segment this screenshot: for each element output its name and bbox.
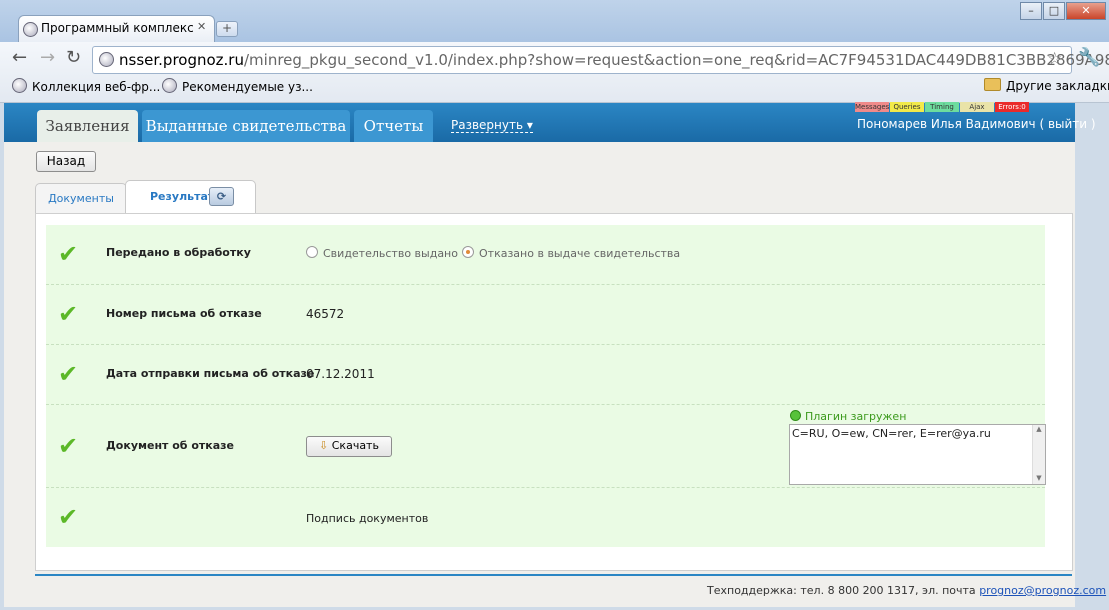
bookmark-item-2[interactable]: Рекомендуемые уз...	[162, 78, 313, 94]
back-arrow-icon[interactable]: ←	[12, 47, 27, 68]
footer-divider	[35, 574, 1072, 576]
tab-reports[interactable]: Отчеты	[354, 110, 433, 142]
close-window-button[interactable]: ✕	[1066, 2, 1106, 20]
check-icon: ✔	[58, 432, 79, 460]
certificate-textarea[interactable]: C=RU, O=ew, CN=rer, E=rer@ya.ru ▲ ▼	[789, 424, 1046, 485]
browser-tab-title: Программный комплекс	[41, 21, 194, 35]
row-label: Документ об отказе	[106, 439, 234, 452]
row-label: Дата отправки письма об отказе	[106, 367, 315, 380]
row-refusal-date: ✔ Дата отправки письма об отказе 07.12.2…	[46, 345, 1045, 405]
tab-result[interactable]: Результат ⟳	[125, 180, 256, 213]
url-text: nsser.prognoz.ru/minreg_pkgu_second_v1.0…	[119, 51, 1109, 69]
bookmark-item-1[interactable]: Коллекция веб-фр...	[12, 78, 160, 94]
tab-result-label: Результат	[150, 190, 215, 203]
tab-documents[interactable]: Документы	[35, 183, 127, 214]
page-favicon-icon	[23, 22, 38, 37]
debug-timing-badge[interactable]: Timing	[925, 102, 959, 112]
check-icon: ✔	[58, 360, 79, 388]
browser-tab[interactable]: Программный комплекс ✕	[18, 15, 215, 43]
expand-menu-link[interactable]: Развернуть ▾	[451, 118, 533, 133]
globe-icon	[12, 78, 27, 93]
new-tab-button[interactable]: +	[216, 21, 238, 37]
wrench-icon[interactable]: 🔧	[1078, 47, 1100, 68]
reload-icon[interactable]: ↻	[66, 47, 81, 68]
minimize-button[interactable]: –	[1020, 2, 1042, 20]
debug-ajax-badge[interactable]: Ajax	[960, 102, 994, 112]
tab-issued-certificates[interactable]: Выданные свидетельства	[142, 110, 350, 142]
debug-queries-badge[interactable]: Queries	[890, 102, 924, 112]
radio-icon	[306, 246, 318, 258]
footer-support: Техподдержка: тел. 8 800 200 1317, эл. п…	[707, 584, 1107, 597]
certificate-text: C=RU, O=ew, CN=rer, E=rer@ya.ru	[792, 427, 991, 440]
row-signature: ✔ Подпись документов	[46, 488, 1045, 547]
row-label: Номер письма об отказе	[106, 307, 262, 320]
radio-certificate-issued[interactable]: Свидетельство выдано	[306, 246, 458, 260]
refusal-number-value: 46572	[306, 307, 345, 321]
debug-errors-badge[interactable]: Errors:0	[995, 102, 1029, 112]
forward-arrow-icon[interactable]: →	[40, 47, 55, 68]
refusal-date-value: 07.12.2011	[306, 367, 375, 381]
plugin-status: Плагин загружен	[790, 410, 906, 423]
status-dot-icon	[790, 410, 801, 421]
back-button[interactable]: Назад	[36, 151, 96, 172]
row-refusal-number: ✔ Номер письма об отказе 46572	[46, 285, 1045, 345]
download-icon: ⇩	[319, 439, 329, 452]
site-info-icon	[99, 52, 114, 67]
bookmark-star-icon[interactable]: ☆	[1047, 49, 1062, 69]
textarea-scrollbar[interactable]: ▲ ▼	[1032, 425, 1045, 484]
address-bar[interactable]: nsser.prognoz.ru/minreg_pkgu_second_v1.0…	[92, 46, 1109, 74]
row-refusal-document: ✔ Документ об отказе ⇩ Скачать Плагин за…	[46, 405, 1046, 488]
folder-icon	[984, 78, 1001, 91]
refresh-icon[interactable]: ⟳	[209, 187, 234, 206]
radio-selected-icon	[462, 246, 474, 258]
row-processing: ✔ Передано в обработку Свидетельство выд…	[46, 225, 1045, 285]
tab-applications[interactable]: Заявления	[37, 110, 138, 142]
close-tab-icon[interactable]: ✕	[197, 20, 206, 33]
support-email-link[interactable]: prognoz@prognoz.com	[979, 584, 1106, 597]
check-icon: ✔	[58, 240, 79, 268]
check-icon: ✔	[58, 300, 79, 328]
user-info[interactable]: Пономарев Илья Вадимович ( выйти )	[857, 117, 1096, 131]
debug-messages-badge[interactable]: Messages	[855, 102, 889, 112]
other-bookmarks[interactable]: Другие закладки	[984, 78, 1109, 93]
maximize-button[interactable]: □	[1043, 2, 1065, 20]
download-button[interactable]: ⇩ Скачать	[306, 436, 392, 457]
radio-certificate-refused[interactable]: Отказано в выдаче свидетельства	[462, 246, 680, 260]
signature-label: Подпись документов	[306, 512, 429, 525]
globe-icon	[162, 78, 177, 93]
check-icon: ✔	[58, 503, 79, 531]
row-label: Передано в обработку	[106, 246, 251, 259]
